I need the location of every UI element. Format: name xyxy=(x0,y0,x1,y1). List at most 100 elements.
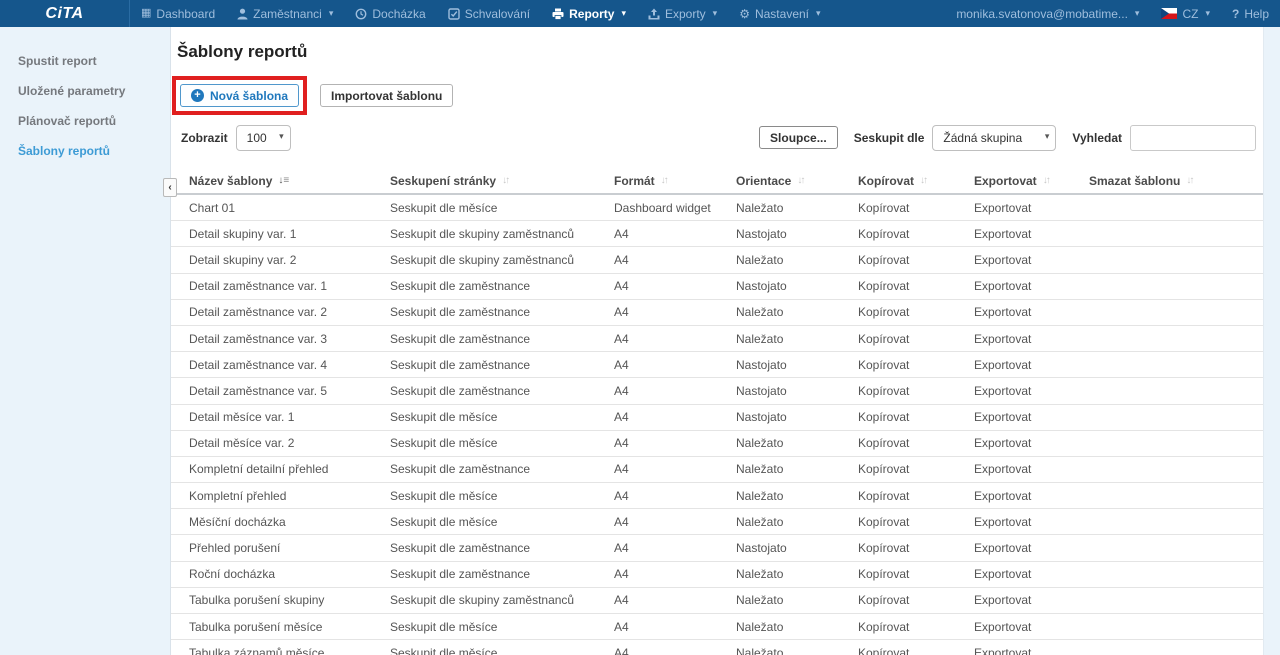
sidebar-item-pl-nova-report-[interactable]: Plánovač reportů xyxy=(0,106,170,136)
export-link[interactable]: Exportovat xyxy=(974,384,1089,398)
nav-item-exporty[interactable]: Exporty▾ xyxy=(637,0,728,27)
show-entries-select[interactable]: 100 xyxy=(236,125,291,151)
export-link[interactable]: Exportovat xyxy=(974,567,1089,581)
orientation-cell: Nastojato xyxy=(736,384,858,398)
template-name-link[interactable]: Tabulka porušení skupiny xyxy=(189,593,390,607)
export-link[interactable]: Exportovat xyxy=(974,436,1089,450)
export-link[interactable]: Exportovat xyxy=(974,253,1089,267)
copy-link[interactable]: Kopírovat xyxy=(858,358,974,372)
export-link[interactable]: Exportovat xyxy=(974,305,1089,319)
copy-link[interactable]: Kopírovat xyxy=(858,305,974,319)
export-link[interactable]: Exportovat xyxy=(974,332,1089,346)
gear-icon: ⚙ xyxy=(739,8,750,20)
export-link[interactable]: Exportovat xyxy=(974,489,1089,503)
template-name-link[interactable]: Tabulka porušení měsíce xyxy=(189,620,390,634)
template-name-link[interactable]: Měsíční docházka xyxy=(189,515,390,529)
export-link[interactable]: Exportovat xyxy=(974,462,1089,476)
page-grouping-cell: Seskupit dle měsíce xyxy=(390,201,614,215)
template-name-link[interactable]: Chart 01 xyxy=(189,201,390,215)
template-name-link[interactable]: Detail skupiny var. 2 xyxy=(189,253,390,267)
copy-link[interactable]: Kopírovat xyxy=(858,410,974,424)
template-name-link[interactable]: Detail měsíce var. 1 xyxy=(189,410,390,424)
search-input[interactable] xyxy=(1130,125,1256,151)
import-template-button[interactable]: Importovat šablonu xyxy=(320,84,453,107)
new-template-button[interactable]: + Nová šablona xyxy=(180,84,299,107)
template-name-link[interactable]: Roční docházka xyxy=(189,567,390,581)
column-header-2[interactable]: Seskupení stránky↓↑ xyxy=(390,174,614,188)
copy-link[interactable]: Kopírovat xyxy=(858,541,974,555)
nav-item-doch-zka[interactable]: Docházka xyxy=(344,0,436,27)
copy-link[interactable]: Kopírovat xyxy=(858,489,974,503)
table-row: Detail skupiny var. 2Seskupit dle skupin… xyxy=(171,247,1263,273)
sort-both-icon: ↓↑ xyxy=(920,175,926,186)
column-header-3[interactable]: Formát↓↑ xyxy=(614,174,736,188)
copy-link[interactable]: Kopírovat xyxy=(858,201,974,215)
sort-both-icon: ↓↑ xyxy=(1043,175,1049,186)
page-title: Šablony reportů xyxy=(177,42,307,62)
app-logo[interactable]: CiTA xyxy=(0,0,130,27)
export-link[interactable]: Exportovat xyxy=(974,646,1089,655)
template-name-link[interactable]: Tabulka záznamů měsíce xyxy=(189,646,390,655)
template-name-link[interactable]: Detail zaměstnance var. 1 xyxy=(189,279,390,293)
copy-link[interactable]: Kopírovat xyxy=(858,332,974,346)
nav-item-label: Zaměstnanci xyxy=(253,7,322,21)
orientation-cell: Naležato xyxy=(736,462,858,476)
nav-item-nastaven-[interactable]: ⚙Nastavení▾ xyxy=(728,0,831,27)
show-entries-label: Zobrazit xyxy=(181,131,228,145)
export-link[interactable]: Exportovat xyxy=(974,358,1089,372)
nav-item-reporty[interactable]: Reporty▾ xyxy=(541,0,637,27)
sidebar-item--ablony-report-[interactable]: Šablony reportů xyxy=(0,136,170,166)
template-name-link[interactable]: Detail zaměstnance var. 5 xyxy=(189,384,390,398)
template-name-link[interactable]: Detail zaměstnance var. 4 xyxy=(189,358,390,372)
column-header-1[interactable]: Název šablony↓≡ xyxy=(189,174,390,188)
sidebar-item-spustit-report[interactable]: Spustit report xyxy=(0,46,170,76)
export-link[interactable]: Exportovat xyxy=(974,410,1089,424)
export-link[interactable]: Exportovat xyxy=(974,227,1089,241)
copy-link[interactable]: Kopírovat xyxy=(858,384,974,398)
orientation-cell: Nastojato xyxy=(736,410,858,424)
user-menu[interactable]: monika.svatonova@mobatime... ▾ xyxy=(945,0,1150,27)
language-menu[interactable]: CZ ▾ xyxy=(1150,0,1221,27)
template-name-link[interactable]: Kompletní přehled xyxy=(189,489,390,503)
nav-item-zam-stnanci[interactable]: Zaměstnanci▾ xyxy=(226,0,344,27)
page-grouping-cell: Seskupit dle měsíce xyxy=(390,515,614,529)
template-name-link[interactable]: Detail zaměstnance var. 3 xyxy=(189,332,390,346)
copy-link[interactable]: Kopírovat xyxy=(858,620,974,634)
collapse-panel-handle[interactable]: ‹ xyxy=(163,178,177,197)
copy-link[interactable]: Kopírovat xyxy=(858,227,974,241)
copy-link[interactable]: Kopírovat xyxy=(858,515,974,529)
sidebar-item-ulo-en-parametry[interactable]: Uložené parametry xyxy=(0,76,170,106)
export-link[interactable]: Exportovat xyxy=(974,541,1089,555)
export-link[interactable]: Exportovat xyxy=(974,593,1089,607)
nav-item-dashboard[interactable]: ▦Dashboard xyxy=(130,0,226,27)
orientation-cell: Nastojato xyxy=(736,279,858,293)
table-row: Chart 01Seskupit dle měsíceDashboard wid… xyxy=(171,195,1263,221)
column-header-4[interactable]: Orientace↓↑ xyxy=(736,174,858,188)
copy-link[interactable]: Kopírovat xyxy=(858,646,974,655)
export-link[interactable]: Exportovat xyxy=(974,201,1089,215)
column-header-5[interactable]: Kopírovat↓↑ xyxy=(858,174,974,188)
export-link[interactable]: Exportovat xyxy=(974,279,1089,293)
copy-link[interactable]: Kopírovat xyxy=(858,567,974,581)
export-link[interactable]: Exportovat xyxy=(974,515,1089,529)
help-menu[interactable]: ? Help xyxy=(1221,0,1280,27)
copy-link[interactable]: Kopírovat xyxy=(858,253,974,267)
template-name-link[interactable]: Detail měsíce var. 2 xyxy=(189,436,390,450)
template-name-link[interactable]: Kompletní detailní přehled xyxy=(189,462,390,476)
format-cell: Dashboard widget xyxy=(614,201,736,215)
nav-item-schvalov-n-[interactable]: Schvalování xyxy=(437,0,541,27)
template-name-link[interactable]: Přehled porušení xyxy=(189,541,390,555)
copy-link[interactable]: Kopírovat xyxy=(858,593,974,607)
copy-link[interactable]: Kopírovat xyxy=(858,279,974,293)
page-grouping-cell: Seskupit dle zaměstnance xyxy=(390,384,614,398)
template-name-link[interactable]: Detail zaměstnance var. 2 xyxy=(189,305,390,319)
table-row: Tabulka porušení skupinySeskupit dle sku… xyxy=(171,588,1263,614)
column-header-6[interactable]: Exportovat↓↑ xyxy=(974,174,1089,188)
column-header-7[interactable]: Smazat šablonu↓↑ xyxy=(1089,174,1263,188)
export-link[interactable]: Exportovat xyxy=(974,620,1089,634)
copy-link[interactable]: Kopírovat xyxy=(858,462,974,476)
copy-link[interactable]: Kopírovat xyxy=(858,436,974,450)
group-by-select[interactable]: Žádná skupina xyxy=(932,125,1056,151)
columns-button[interactable]: Sloupce... xyxy=(759,126,838,149)
template-name-link[interactable]: Detail skupiny var. 1 xyxy=(189,227,390,241)
